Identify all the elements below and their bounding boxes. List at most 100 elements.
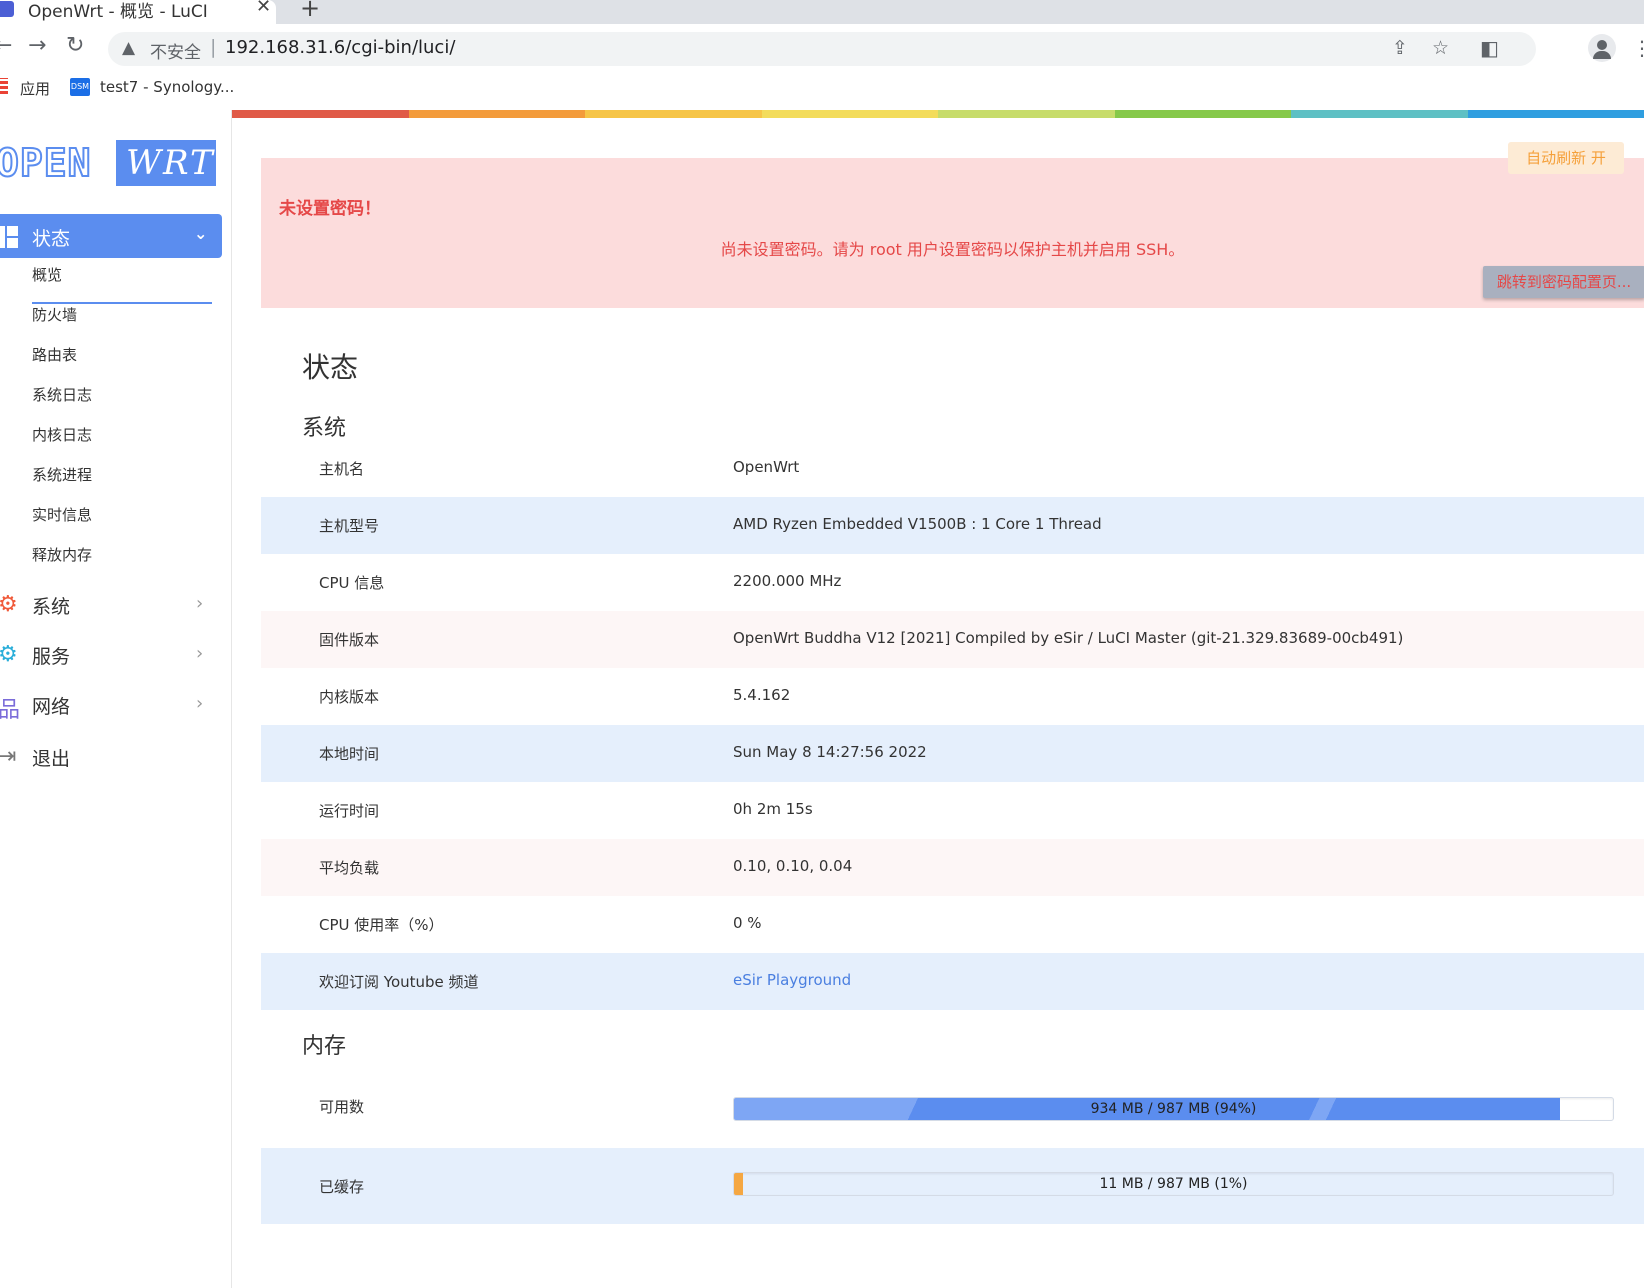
row-value: 2200.000 MHz	[733, 572, 842, 590]
gear-icon: ⚙	[0, 592, 18, 617]
memory-available-bar: 934 MB / 987 MB (94%)	[733, 1097, 1614, 1121]
submenu-kernel-log[interactable]: 内核日志	[32, 424, 92, 445]
table-row: 主机名 OpenWrt	[261, 440, 1644, 497]
table-row: 内核版本 5.4.162	[261, 668, 1644, 725]
sidebar-item-label: 退出	[32, 748, 71, 770]
url-text[interactable]: 192.168.31.6/cgi-bin/luci/	[225, 37, 455, 58]
submenu-routes[interactable]: 路由表	[32, 344, 77, 365]
table-row: 可用数 934 MB / 987 MB (94%)	[261, 1078, 1644, 1135]
submenu-overview[interactable]: 概览	[32, 264, 62, 285]
new-tab-button[interactable]: +	[300, 0, 320, 22]
sidebar-item-services[interactable]: ⚙ 服务 ›	[0, 634, 222, 674]
sidebar-item-label: 状态	[32, 228, 71, 250]
row-key: 主机名	[319, 460, 365, 478]
back-arrow-icon[interactable]: ←	[0, 34, 12, 58]
browser-tab-bar: OpenWrt - 概览 - LuCI ✕ +	[0, 0, 1644, 24]
row-key: 内核版本	[319, 688, 380, 706]
password-alert: 未设置密码！ 尚未设置密码。请为 root 用户设置密码以保护主机并启用 SSH…	[261, 158, 1644, 308]
row-key: 本地时间	[319, 745, 380, 763]
table-row: 主机型号 AMD Ryzen Embedded V1500B : 1 Core …	[261, 497, 1644, 554]
sidebar-item-system[interactable]: ⚙ 系统 ›	[0, 584, 222, 624]
tab-close-icon[interactable]: ✕	[256, 0, 271, 17]
submenu-processes[interactable]: 系统进程	[32, 464, 92, 485]
table-row: 平均负载 0.10, 0.10, 0.04	[261, 839, 1644, 896]
warning-icon[interactable]: ▲	[122, 38, 135, 58]
row-key: 平均负载	[319, 859, 380, 877]
sidebar-item-label: 系统	[32, 596, 71, 618]
goto-password-button[interactable]: 跳转到密码配置页...	[1483, 266, 1644, 298]
logo-wrt-text: WRT	[126, 143, 215, 183]
alert-message: 尚未设置密码。请为 root 用户设置密码以保护主机并启用 SSH。	[720, 240, 1185, 259]
sidebar-item-label: 服务	[32, 646, 71, 668]
rainbow-header-bar	[232, 110, 1644, 118]
reload-icon[interactable]: ↻	[66, 34, 84, 58]
sidebar: OPEN WRT 状态 ⌄ 概览 防火墙 路由表 系统日志 内核日志 系统进程 …	[0, 110, 232, 1288]
memory-section-title: 内存	[302, 1034, 347, 1059]
bookmark-apps[interactable]: 应用	[20, 78, 50, 99]
submenu-syslog[interactable]: 系统日志	[32, 384, 92, 405]
row-value: 0h 2m 15s	[733, 800, 813, 818]
row-key: 可用数	[319, 1098, 365, 1116]
submenu-firewall[interactable]: 防火墙	[32, 304, 77, 325]
table-row: 已缓存 11 MB / 987 MB (1%)	[261, 1148, 1644, 1224]
bar-text: 11 MB / 987 MB (1%)	[1099, 1176, 1248, 1192]
sidebar-item-network[interactable]: 品 网络 ›	[0, 684, 222, 724]
chevron-right-icon: ›	[196, 643, 204, 664]
sidebar-item-label: 网络	[32, 696, 71, 718]
page-title: 状态	[302, 351, 359, 384]
rainbow-segment	[1291, 110, 1468, 118]
more-menu-icon[interactable]: ⋮	[1632, 36, 1644, 60]
network-icon: 品	[0, 698, 21, 723]
youtube-channel-link[interactable]: eSir Playground	[733, 971, 851, 989]
table-row: 欢迎订阅 Youtube 频道 eSir Playground	[261, 953, 1644, 1010]
system-section-title: 系统	[302, 416, 347, 441]
browser-toolbar: ← → ↻ ▲ 不安全 | 192.168.31.6/cgi-bin/luci/…	[0, 24, 1644, 72]
bookmarks-bar: 应用 DSM test7 - Synology...	[0, 72, 1644, 108]
row-key: 固件版本	[319, 631, 380, 649]
logout-icon: ⇥	[0, 744, 17, 769]
row-key: 主机型号	[319, 517, 380, 535]
submenu-free-memory[interactable]: 释放内存	[32, 544, 92, 565]
apps-grid-icon[interactable]	[0, 78, 8, 94]
chevron-right-icon: ›	[196, 593, 204, 614]
sidebar-item-status[interactable]: 状态 ⌄	[0, 214, 222, 258]
luci-favicon-icon	[0, 1, 14, 17]
share-icon[interactable]: ⇪	[1392, 37, 1408, 59]
table-row: CPU 信息 2200.000 MHz	[261, 554, 1644, 611]
bookmark-synology[interactable]: test7 - Synology...	[100, 78, 234, 96]
dsm-icon[interactable]: DSM	[70, 78, 90, 96]
dashboard-icon	[0, 226, 18, 248]
auto-refresh-toggle[interactable]: 自动刷新 开	[1508, 142, 1624, 174]
table-row: 本地时间 Sun May 8 14:27:56 2022	[261, 725, 1644, 782]
row-value: OpenWrt Buddha V12 [2021] Compiled by eS…	[733, 629, 1404, 647]
row-value: 0 %	[733, 914, 762, 932]
row-value: AMD Ryzen Embedded V1500B : 1 Core 1 Thr…	[733, 515, 1102, 533]
submenu-realtime[interactable]: 实时信息	[32, 504, 92, 525]
openwrt-logo[interactable]: OPEN WRT	[0, 140, 216, 186]
table-row: CPU 使用率（%） 0 %	[261, 896, 1644, 953]
rainbow-segment	[232, 110, 409, 118]
rainbow-segment	[408, 110, 585, 118]
insecure-label[interactable]: 不安全	[150, 38, 201, 63]
address-bar[interactable]: ▲ 不安全 | 192.168.31.6/cgi-bin/luci/ ⇪ ☆	[108, 32, 1536, 66]
rainbow-segment	[585, 110, 762, 118]
table-row: 固件版本 OpenWrt Buddha V12 [2021] Compiled …	[261, 611, 1644, 668]
chevron-down-icon: ⌄	[194, 224, 208, 243]
memory-cached-bar: 11 MB / 987 MB (1%)	[733, 1172, 1614, 1196]
tab-title: OpenWrt - 概览 - LuCI	[28, 2, 208, 22]
row-key: CPU 信息	[319, 574, 385, 592]
table-row: 运行时间 0h 2m 15s	[261, 782, 1644, 839]
chevron-right-icon: ›	[196, 693, 204, 714]
main-content: 未设置密码！ 尚未设置密码。请为 root 用户设置密码以保护主机并启用 SSH…	[232, 118, 1644, 1288]
browser-tab[interactable]: OpenWrt - 概览 - LuCI ✕	[0, 0, 276, 24]
forward-arrow-icon[interactable]: →	[28, 34, 46, 58]
side-panel-icon[interactable]: ◧	[1480, 36, 1499, 60]
sidebar-item-logout[interactable]: ⇥ 退出	[0, 736, 222, 776]
row-value: Sun May 8 14:27:56 2022	[733, 743, 927, 761]
alert-title: 未设置密码！	[279, 199, 381, 219]
rainbow-segment	[761, 110, 938, 118]
row-value: 5.4.162	[733, 686, 791, 704]
row-value: OpenWrt	[733, 458, 800, 476]
profile-avatar-icon[interactable]	[1588, 34, 1616, 62]
star-icon[interactable]: ☆	[1432, 37, 1449, 59]
